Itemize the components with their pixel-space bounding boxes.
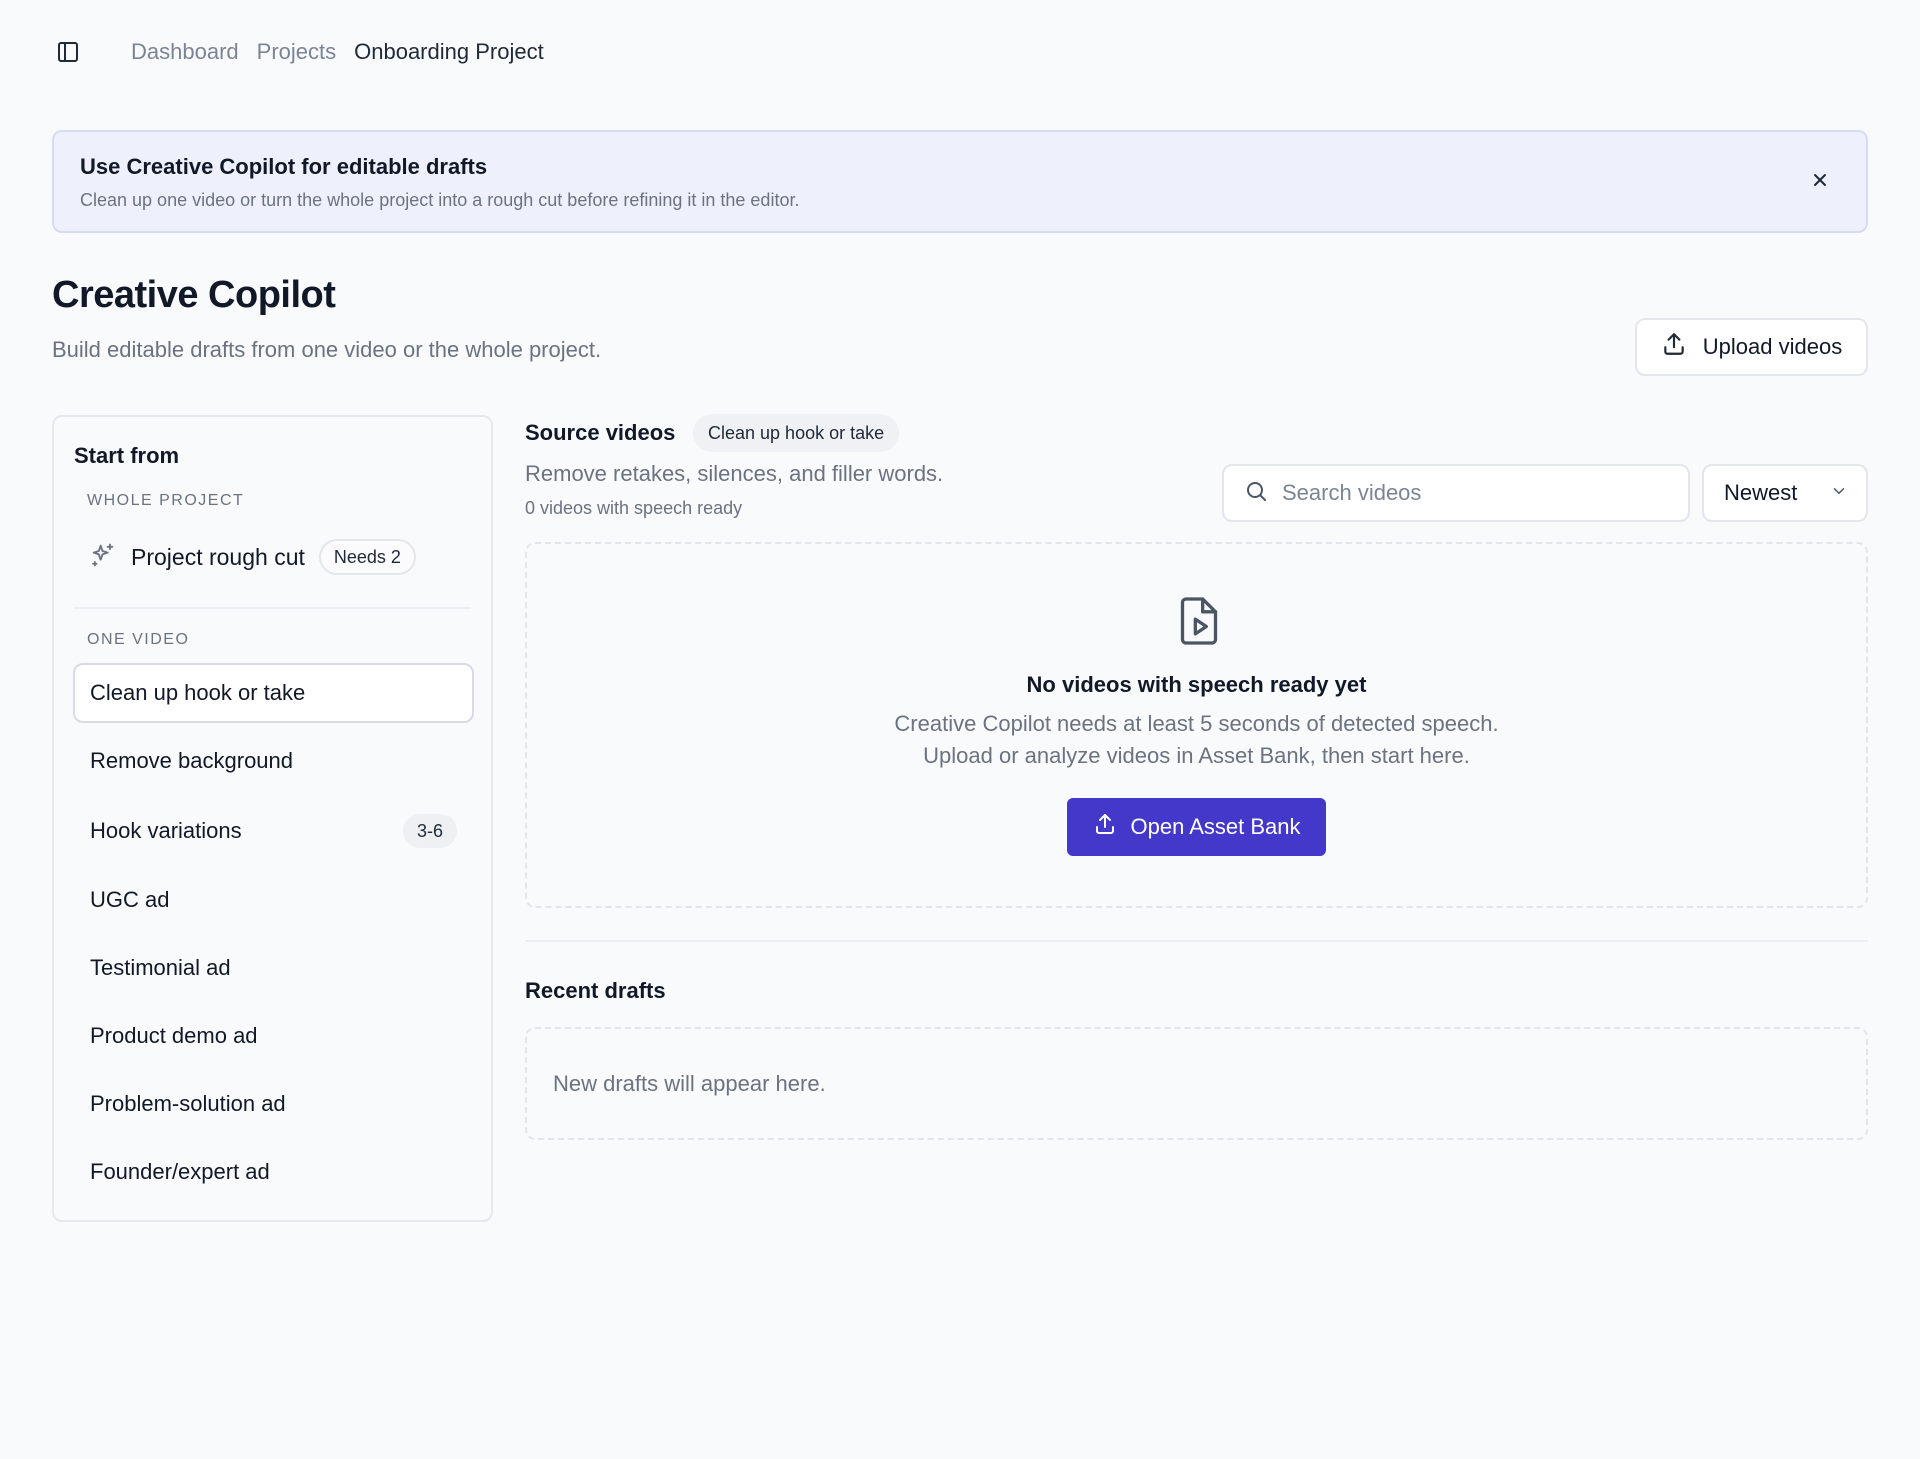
start-from-heading: Start from <box>74 443 180 468</box>
option-hook-variations[interactable]: Hook variations 3-6 <box>73 801 474 861</box>
sort-select[interactable]: Newest <box>1702 464 1868 522</box>
info-banner: Use Creative Copilot for editable drafts… <box>52 130 1868 233</box>
option-label: Testimonial ad <box>90 955 231 980</box>
breadcrumb-current-project: Onboarding Project <box>354 39 544 64</box>
source-description: Remove retakes, silences, and filler wor… <box>525 461 944 486</box>
search-box <box>1222 464 1690 522</box>
option-product-demo-ad[interactable]: Product demo ad <box>73 1006 474 1066</box>
needs-badge: Needs 2 <box>318 539 416 575</box>
divider <box>74 607 471 609</box>
source-videos-title: Source videos <box>525 420 676 445</box>
breadcrumb-projects[interactable]: Projects <box>257 39 336 65</box>
breadcrumb: Dashboard Projects Onboarding Project <box>131 39 562 65</box>
empty-state-line-2: Upload or analyze videos in Asset Bank, … <box>923 743 1470 768</box>
option-label: Problem-solution ad <box>90 1091 286 1116</box>
page-subtitle: Build editable drafts from one video or … <box>52 337 602 362</box>
search-icon <box>1244 479 1268 508</box>
open-asset-bank-button[interactable]: Open Asset Bank <box>1067 798 1326 856</box>
option-label: Hook variations <box>90 818 242 843</box>
recent-drafts-empty: New drafts will appear here. <box>525 1027 1868 1140</box>
open-asset-bank-label: Open Asset Bank <box>1130 814 1301 839</box>
sidebar-toggle-icon[interactable] <box>54 38 82 66</box>
close-icon[interactable] <box>1808 168 1832 192</box>
recent-drafts-title: Recent drafts <box>525 978 666 1003</box>
option-label: Clean up hook or take <box>90 680 306 705</box>
upload-videos-button[interactable]: Upload videos <box>1635 318 1868 376</box>
upload-icon <box>1093 812 1117 842</box>
upload-icon <box>1661 331 1687 363</box>
option-label: Product demo ad <box>90 1023 258 1048</box>
recent-drafts-empty-text: New drafts will appear here. <box>553 1070 826 1096</box>
option-testimonial-ad[interactable]: Testimonial ad <box>73 938 474 998</box>
chevron-down-icon <box>1830 480 1848 506</box>
page-title: Creative Copilot <box>52 274 336 316</box>
option-label: Remove background <box>90 748 294 773</box>
option-label: Founder/expert ad <box>90 1159 270 1184</box>
option-founder-expert-ad[interactable]: Founder/expert ad <box>73 1142 474 1202</box>
option-remove-background[interactable]: Remove background <box>73 731 474 791</box>
one-video-label: ONE VIDEO <box>87 631 190 648</box>
empty-state-title: No videos with speech ready yet <box>1026 672 1367 697</box>
start-from-panel: Start from WHOLE PROJECT Project rough c… <box>52 415 493 1222</box>
top-bar: Dashboard Projects Onboarding Project <box>0 0 1920 104</box>
project-rough-cut-option[interactable]: Project rough cut Needs 2 <box>89 539 416 575</box>
breadcrumb-dashboard[interactable]: Dashboard <box>131 39 239 65</box>
speech-ready-count: 0 videos with speech ready <box>525 498 743 518</box>
option-ugc-ad[interactable]: UGC ad <box>73 870 474 930</box>
count-badge: 3-6 <box>402 814 457 848</box>
selected-mode-chip: Clean up hook or take <box>693 414 900 452</box>
section-divider <box>525 940 1868 942</box>
source-videos-empty-state: No videos with speech ready yet Creative… <box>525 542 1868 908</box>
banner-text: Clean up one video or turn the whole pro… <box>80 190 800 210</box>
file-video-icon <box>1177 596 1221 651</box>
option-problem-solution-ad[interactable]: Problem-solution ad <box>73 1074 474 1134</box>
project-rough-cut-label: Project rough cut <box>131 543 305 570</box>
search-input[interactable] <box>1282 480 1662 506</box>
empty-state-line-1: Creative Copilot needs at least 5 second… <box>894 711 1499 736</box>
sparkles-icon <box>89 541 117 574</box>
upload-videos-label: Upload videos <box>1702 334 1843 359</box>
banner-title: Use Creative Copilot for editable drafts <box>80 154 488 179</box>
sort-value: Newest <box>1724 480 1798 505</box>
whole-project-label: WHOLE PROJECT <box>87 492 245 509</box>
option-label: UGC ad <box>90 887 170 912</box>
option-clean-up-hook[interactable]: Clean up hook or take <box>73 663 474 723</box>
